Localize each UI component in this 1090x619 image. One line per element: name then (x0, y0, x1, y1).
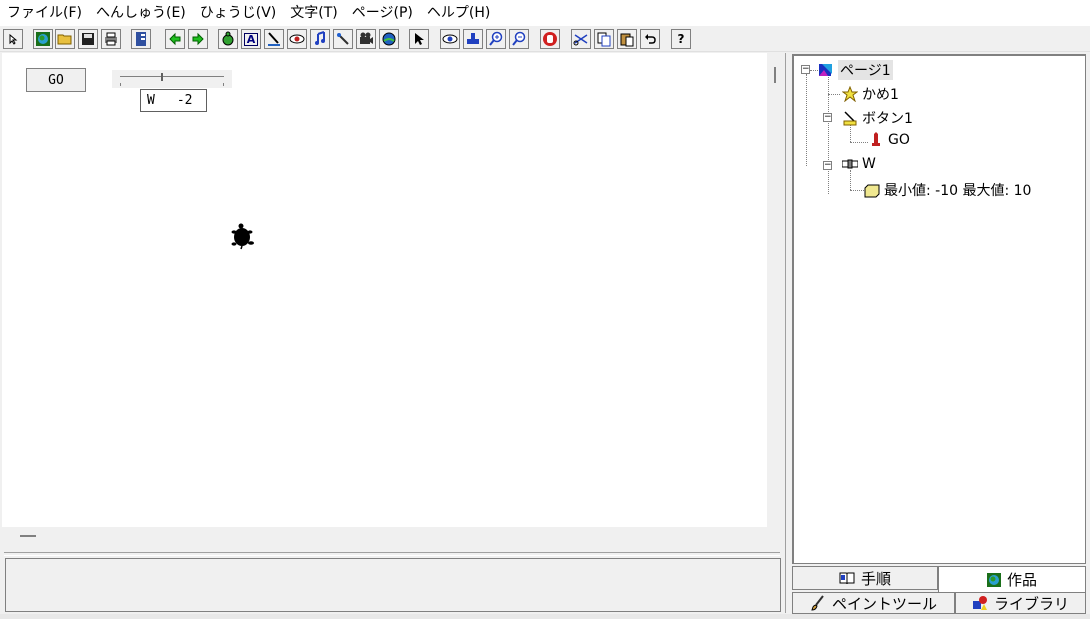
tab-works-label: 作品 (1006, 571, 1037, 589)
tree-line (850, 142, 868, 143)
tree-line (850, 170, 851, 190)
tree-node-button-action[interactable]: GO (868, 132, 910, 148)
eye-icon[interactable] (287, 29, 307, 49)
object-tree[interactable]: − − − ページ1 かめ1 ボタン1 GO W 最小値: -10 最大値: 1… (792, 54, 1086, 564)
music-icon[interactable] (310, 29, 330, 49)
shapes-icon (972, 596, 987, 610)
slider-track (120, 76, 224, 77)
works-globe-icon (986, 572, 1001, 587)
tab-paint-tools[interactable]: ペイントツール (792, 592, 955, 614)
help-icon[interactable]: ? (671, 29, 691, 49)
brush-icon (811, 595, 824, 611)
pointer-mode-icon[interactable] (3, 29, 23, 49)
status-strip (0, 614, 1090, 619)
panel-splitter[interactable] (779, 53, 786, 613)
go-button[interactable]: GO (26, 68, 86, 92)
canvas-scroll-marker (774, 67, 776, 83)
tree-node-turtle-label: かめ1 (862, 87, 899, 103)
toolbar: A ? (0, 27, 1090, 52)
tab-row-bottom: ペイントツール ライブラリ (792, 592, 1086, 614)
slider-thumb[interactable] (161, 73, 163, 81)
arrow-cursor-icon[interactable] (409, 29, 429, 49)
tab-row-top: 手順 作品 (792, 566, 1086, 592)
scissors-icon[interactable] (571, 29, 591, 49)
notebook-icon[interactable] (131, 29, 151, 49)
zoom-out-icon[interactable] (509, 29, 529, 49)
tree-node-page[interactable]: ページ1 (818, 60, 893, 80)
paste-icon[interactable] (617, 29, 637, 49)
button-node-icon (843, 111, 857, 126)
message-separator (4, 552, 780, 556)
page-icon (819, 64, 832, 76)
slider-name: W (147, 93, 155, 108)
magic-wand-icon[interactable] (333, 29, 353, 49)
slider-node-icon (842, 159, 858, 169)
print-icon[interactable] (101, 29, 121, 49)
menu-file[interactable]: ファイル(F) (0, 0, 89, 26)
collapse-toggle[interactable]: − (823, 161, 832, 170)
range-box-icon (864, 184, 880, 198)
tree-line (828, 94, 840, 95)
tab-paint-tools-label: ペイントツール (831, 594, 937, 613)
copy-icon[interactable] (594, 29, 614, 49)
tree-node-slider-label: W (862, 156, 876, 172)
text-a-glyph: A (243, 32, 259, 46)
tree-node-page-label: ページ1 (838, 60, 893, 80)
tree-node-button-action-label: GO (888, 132, 910, 148)
menu-edit[interactable]: へんしゅう(E) (89, 0, 193, 26)
canvas-hscroll-marker (20, 535, 36, 537)
slider-tick-min (120, 83, 121, 86)
slider-tick-max (223, 83, 224, 86)
tab-library-label: ライブラリ (993, 594, 1069, 613)
collapse-toggle[interactable]: − (823, 113, 832, 122)
tree-node-slider[interactable]: W (842, 156, 876, 172)
watch-eye-icon[interactable] (440, 29, 460, 49)
tree-line (828, 74, 829, 194)
planet-icon[interactable] (379, 29, 399, 49)
tree-node-button-label: ボタン1 (862, 111, 913, 127)
back-arrow-icon[interactable] (165, 29, 185, 49)
stage-canvas[interactable] (2, 53, 767, 527)
menu-text[interactable]: 文字(T) (283, 0, 344, 26)
pen-icon[interactable] (264, 29, 284, 49)
save-icon[interactable] (78, 29, 98, 49)
tree-line (850, 190, 864, 191)
collapse-toggle[interactable]: − (801, 65, 810, 74)
w-slider[interactable] (112, 70, 232, 88)
stop-hand-icon[interactable] (540, 29, 560, 49)
turtle-sprite[interactable] (229, 222, 257, 250)
tree-line (806, 74, 807, 166)
menu-help[interactable]: ヘルプ(H) (420, 0, 497, 26)
zoom-in-icon[interactable] (486, 29, 506, 49)
tab-library[interactable]: ライブラリ (955, 592, 1086, 614)
slider-value-label: W -2 (140, 89, 207, 112)
tab-procedure[interactable]: 手順 (792, 566, 938, 590)
rocket-icon (872, 132, 880, 146)
menu-view[interactable]: ひょうじ(V) (193, 0, 284, 26)
tree-node-slider-range[interactable]: 最小値: -10 最大値: 10 (864, 180, 1031, 200)
forward-arrow-icon[interactable] (188, 29, 208, 49)
tab-procedure-label: 手順 (860, 569, 891, 588)
text-a-icon[interactable]: A (241, 29, 261, 49)
menu-bar: ファイル(F) へんしゅう(E) ひょうじ(V) 文字(T) ページ(P) ヘル… (0, 0, 1090, 26)
book-icon (839, 572, 855, 585)
tree-node-turtle[interactable]: かめ1 (842, 84, 899, 104)
stamp-icon[interactable] (463, 29, 483, 49)
undo-icon[interactable] (640, 29, 660, 49)
turtle-icon[interactable] (218, 29, 238, 49)
tree-line (810, 70, 818, 71)
message-box[interactable] (5, 558, 781, 612)
menu-page[interactable]: ページ(P) (345, 0, 420, 26)
tab-works[interactable]: 作品 (938, 566, 1086, 592)
tree-node-button[interactable]: ボタン1 (842, 108, 913, 128)
slider-value: -2 (176, 93, 193, 108)
turtle-node-icon (842, 86, 858, 102)
tree-node-slider-range-label: 最小値: -10 最大値: 10 (884, 183, 1032, 199)
open-folder-icon[interactable] (55, 29, 75, 49)
film-icon[interactable] (356, 29, 376, 49)
globe-icon[interactable] (33, 29, 53, 49)
